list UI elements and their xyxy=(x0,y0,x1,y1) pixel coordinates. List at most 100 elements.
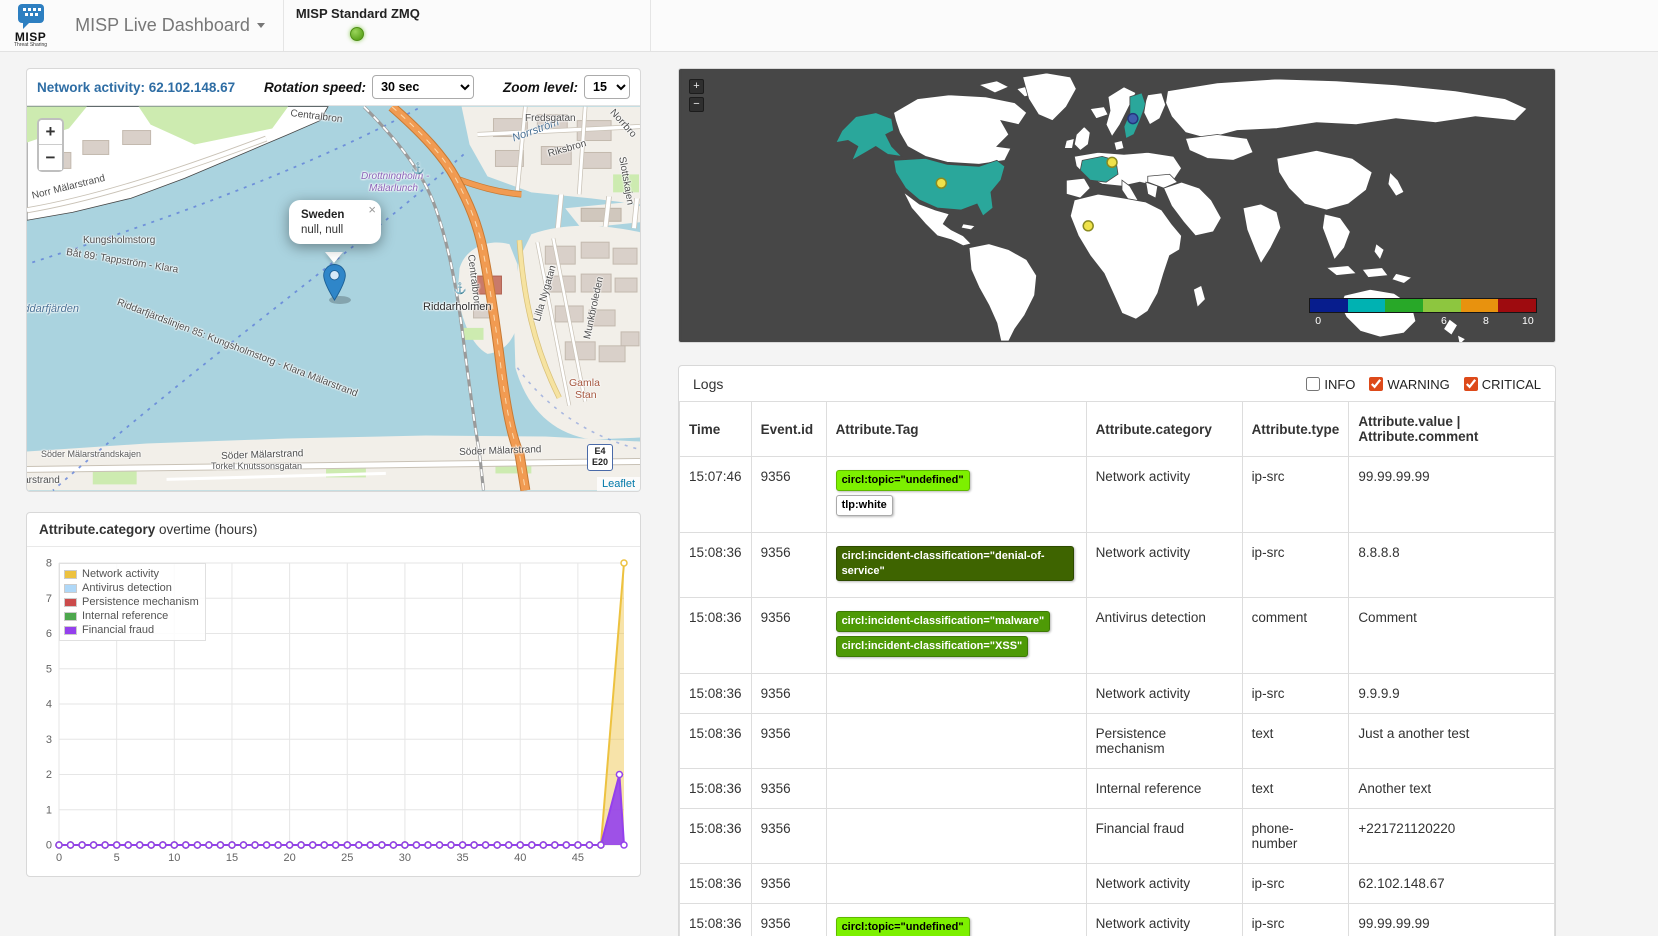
log-event-id: 9356 xyxy=(751,532,826,598)
svg-text:30: 30 xyxy=(399,852,411,864)
leaflet-link[interactable]: Leaflet xyxy=(602,478,635,490)
log-type: text xyxy=(1242,769,1349,809)
legend-color-segment xyxy=(1385,299,1423,312)
logs-title: Logs xyxy=(693,376,723,392)
logs-table-head-row: TimeEvent.idAttribute.TagAttribute.categ… xyxy=(680,402,1555,457)
table-row: 15:08:369356Network activityip-src9.9.9.… xyxy=(680,674,1555,714)
attribute-tag: circl:incident-classification="denial-of… xyxy=(836,546,1074,582)
svg-text:0: 0 xyxy=(46,840,52,852)
log-tags: circl:incident-classification="denial-of… xyxy=(826,532,1086,598)
world-zoom-out-button[interactable]: − xyxy=(689,97,704,112)
attribute-tag: circl:incident-classification="XSS" xyxy=(836,636,1029,657)
legend-tick: 8 xyxy=(1483,315,1489,327)
map-label: Riddarholmen xyxy=(423,302,491,313)
leaflet-map[interactable]: Norr MälarstrandKungsholmstorgBåt 89: Ta… xyxy=(27,106,640,491)
svg-text:7: 7 xyxy=(46,593,52,605)
log-tags xyxy=(826,809,1086,864)
column-header: Attribute.type xyxy=(1242,402,1349,457)
event-location-marker[interactable] xyxy=(936,178,946,188)
map-label: Mälarstrand xyxy=(27,476,60,486)
svg-text:5: 5 xyxy=(46,663,52,675)
legend-tick: 10 xyxy=(1522,315,1534,327)
log-type: ip-src xyxy=(1242,457,1349,533)
legend-label: Network activity xyxy=(82,568,159,580)
map-popup: × Sweden null, null xyxy=(289,200,381,244)
network-activity-panel: Network activity: 62.102.148.67 Rotation… xyxy=(26,68,641,492)
rotation-speed-select[interactable]: 30 sec xyxy=(372,75,474,99)
log-event-id: 9356 xyxy=(751,457,826,533)
zoom-out-button[interactable]: − xyxy=(39,145,62,170)
log-time: 15:08:36 xyxy=(680,532,752,598)
log-value: Comment xyxy=(1349,598,1555,674)
zmq-label: MISP Standard ZMQ xyxy=(296,6,636,21)
zoom-level-select[interactable]: 15 xyxy=(584,75,630,99)
logs-panel: Logs INFO WARNING CRITICAL TimeEvent.idAtt… xyxy=(678,365,1556,936)
filter-checkbox-info[interactable] xyxy=(1306,377,1320,391)
world-zoom-in-button[interactable]: + xyxy=(689,79,704,94)
filter-checkbox-critical[interactable] xyxy=(1464,377,1478,391)
filter-info[interactable]: INFO xyxy=(1306,377,1355,392)
legend-color-segment xyxy=(1461,299,1499,312)
world-map[interactable]: + − 0246810 xyxy=(678,68,1556,343)
popup-close-icon[interactable]: × xyxy=(368,202,376,217)
legend-color-segment xyxy=(1423,299,1461,312)
map-label: Fredsgatan xyxy=(525,114,576,124)
event-location-marker[interactable] xyxy=(1107,157,1117,167)
log-tags: circl:topic="undefined"tlp:white xyxy=(826,457,1086,533)
log-value: Another text xyxy=(1349,769,1555,809)
zmq-status-led xyxy=(350,27,364,41)
legend-label: Persistence mechanism xyxy=(82,596,199,608)
legend-label: Internal reference xyxy=(82,610,168,622)
log-tags xyxy=(826,714,1086,769)
zoom-level-label: Zoom level: xyxy=(503,80,578,95)
misp-bubble-icon xyxy=(15,4,47,30)
legend-color-box xyxy=(64,626,77,635)
legend-color-box xyxy=(64,612,77,621)
table-row: 15:08:369356circl:topic="undefined"tlp:w… xyxy=(680,904,1555,936)
svg-text:35: 35 xyxy=(456,852,468,864)
logs-header: Logs INFO WARNING CRITICAL xyxy=(679,366,1555,401)
svg-text:3: 3 xyxy=(46,734,52,746)
table-row: 15:08:369356circl:incident-classificatio… xyxy=(680,598,1555,674)
log-category: Network activity xyxy=(1086,864,1242,904)
filter-checkbox-warning[interactable] xyxy=(1369,377,1383,391)
log-category: Network activity xyxy=(1086,457,1242,533)
rotation-speed-label: Rotation speed: xyxy=(264,80,366,95)
popup-country: Sweden xyxy=(301,209,371,221)
map-legend-ticks: 0246810 xyxy=(1309,315,1537,328)
dashboard-dropdown[interactable]: MISP Live Dashboard xyxy=(57,0,283,51)
attribute-tag: circl:topic="undefined" xyxy=(836,470,970,491)
log-value: +221721120220 xyxy=(1349,809,1555,864)
category-chart-panel: Attribute.category overtime (hours) 0123… xyxy=(26,512,641,877)
misp-logo[interactable]: MISP Threat Sharing xyxy=(0,0,57,51)
column-header: Attribute.Tag xyxy=(826,402,1086,457)
zoom-in-button[interactable]: + xyxy=(39,120,62,145)
legend-item: Network activity xyxy=(64,567,199,581)
route-number: E20 xyxy=(592,457,608,468)
event-location-marker[interactable] xyxy=(1128,114,1138,124)
popup-coordinates: null, null xyxy=(301,224,371,236)
column-header: Attribute.category xyxy=(1086,402,1242,457)
table-row: 15:07:469356circl:topic="undefined"tlp:w… xyxy=(680,457,1555,533)
log-category: Network activity xyxy=(1086,532,1242,598)
log-event-id: 9356 xyxy=(751,714,826,769)
map-label: Stan xyxy=(575,390,597,401)
table-row: 15:08:369356 circl:incident-classificatio… xyxy=(680,532,1555,598)
event-location-marker[interactable] xyxy=(1083,221,1093,231)
anchor-icon: ⚓ xyxy=(411,162,425,175)
log-category: Internal reference xyxy=(1086,769,1242,809)
log-time: 15:08:36 xyxy=(680,674,752,714)
legend-color-box xyxy=(64,598,77,607)
log-tags xyxy=(826,674,1086,714)
attribute-tag: circl:topic="undefined" xyxy=(836,917,970,936)
column-header: Event.id xyxy=(751,402,826,457)
filter-warning[interactable]: WARNING xyxy=(1369,377,1449,392)
log-category: Antivirus detection xyxy=(1086,598,1242,674)
legend-color-box xyxy=(64,570,77,579)
log-value: 99.99.99.99 xyxy=(1349,904,1555,936)
filter-critical[interactable]: CRITICAL xyxy=(1464,377,1541,392)
log-time: 15:08:36 xyxy=(680,714,752,769)
log-type: ip-src xyxy=(1242,532,1349,598)
log-event-id: 9356 xyxy=(751,809,826,864)
svg-text:1: 1 xyxy=(46,804,52,816)
